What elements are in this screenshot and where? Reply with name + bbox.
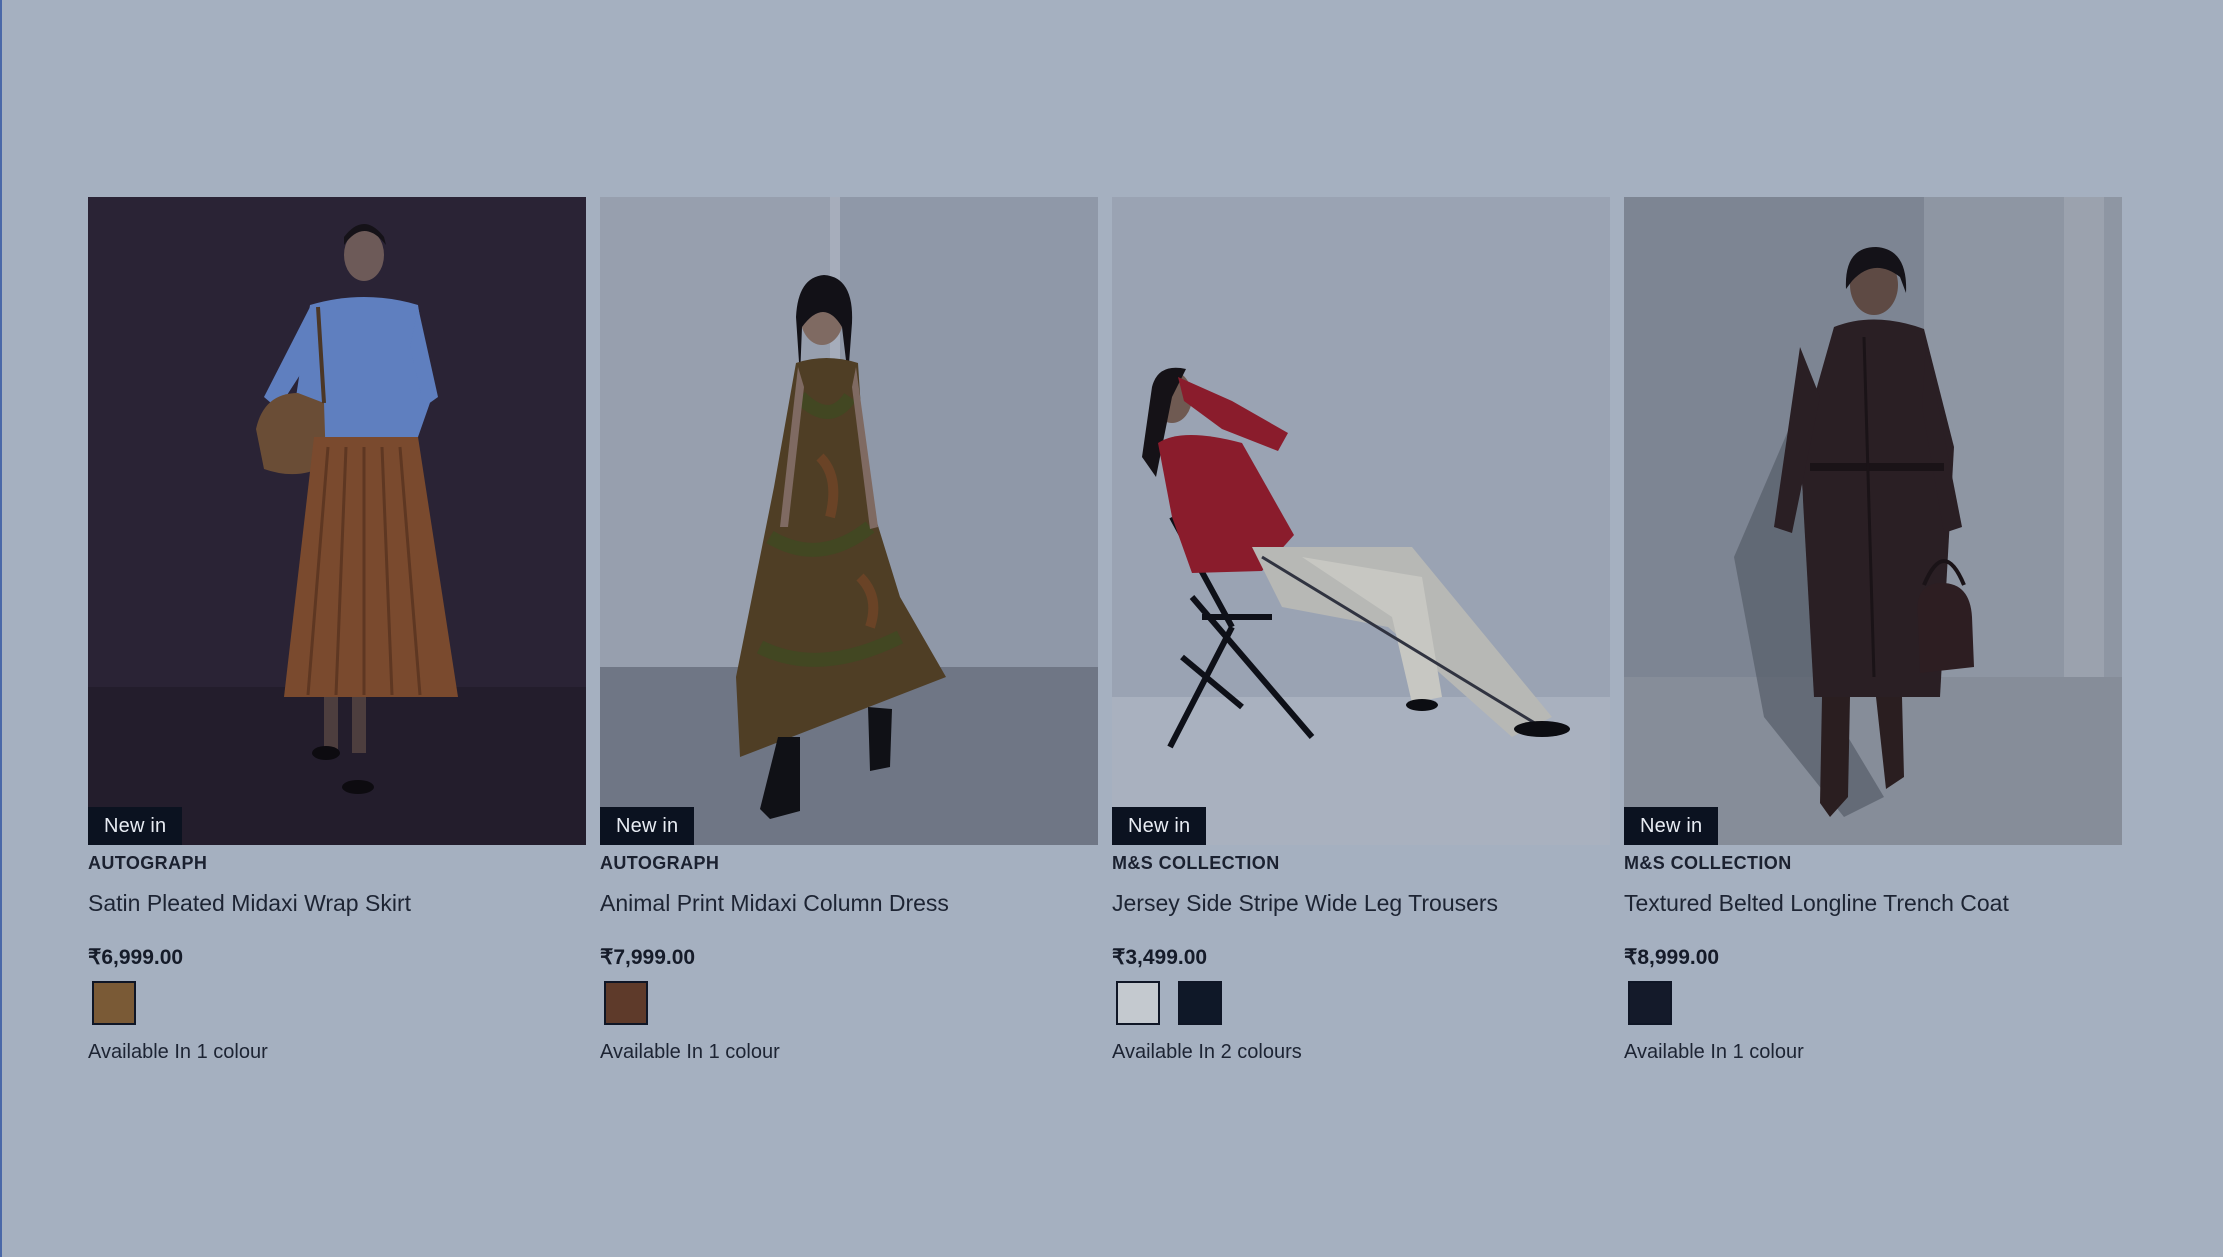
product-photo-trousers: [1112, 197, 1610, 845]
new-in-badge: New in: [1624, 807, 1719, 845]
product-image[interactable]: New in: [1112, 197, 1610, 845]
new-in-badge: New in: [88, 807, 183, 845]
colour-availability: Available In 2 colours: [1112, 1041, 1302, 1063]
product-photo-dress: [600, 197, 1098, 845]
product-image[interactable]: New in: [1624, 197, 2122, 845]
product-card[interactable]: New in M&S COLLECTION Textured Belted Lo…: [1624, 197, 2122, 1065]
product-price: ₹8,999.00: [1624, 946, 1720, 969]
product-name-link[interactable]: Animal Print Midaxi Column Dress: [600, 889, 1098, 917]
colour-swatches: [1112, 981, 1610, 1029]
product-brand: AUTOGRAPH: [88, 853, 208, 873]
product-photo-trench-coat: [1624, 197, 2122, 845]
product-image[interactable]: New in: [88, 197, 586, 845]
colour-swatches: [600, 981, 1098, 1029]
product-brand: M&S COLLECTION: [1624, 853, 1792, 873]
colour-swatch[interactable]: [604, 981, 648, 1025]
product-brand: AUTOGRAPH: [600, 853, 720, 873]
product-card[interactable]: New in AUTOGRAPH Animal Print Midaxi Col…: [600, 197, 1098, 1065]
window-edge: [0, 0, 2, 1257]
product-card[interactable]: New in AUTOGRAPH Satin Pleated Midaxi Wr…: [88, 197, 586, 1065]
new-in-badge: New in: [1112, 807, 1207, 845]
colour-swatches: [88, 981, 586, 1029]
product-name-link[interactable]: Textured Belted Longline Trench Coat: [1624, 889, 2122, 917]
colour-swatch[interactable]: [1178, 981, 1222, 1025]
colour-availability: Available In 1 colour: [1624, 1041, 1804, 1063]
colour-availability: Available In 1 colour: [600, 1041, 780, 1063]
colour-swatch[interactable]: [92, 981, 136, 1025]
colour-swatch[interactable]: [1628, 981, 1672, 1025]
new-in-badge: New in: [600, 807, 695, 845]
product-photo-skirt: [88, 197, 586, 845]
colour-swatches: [1624, 981, 2122, 1029]
product-price: ₹3,499.00: [1112, 946, 1208, 969]
product-card[interactable]: New in M&S COLLECTION Jersey Side Stripe…: [1112, 197, 1610, 1065]
product-grid: New in AUTOGRAPH Satin Pleated Midaxi Wr…: [88, 197, 2122, 1065]
product-name-link[interactable]: Jersey Side Stripe Wide Leg Trousers: [1112, 889, 1610, 917]
product-price: ₹6,999.00: [88, 946, 184, 969]
product-brand: M&S COLLECTION: [1112, 853, 1280, 873]
product-name-link[interactable]: Satin Pleated Midaxi Wrap Skirt: [88, 889, 586, 917]
product-price: ₹7,999.00: [600, 946, 696, 969]
colour-availability: Available In 1 colour: [88, 1041, 268, 1063]
colour-swatch[interactable]: [1116, 981, 1160, 1025]
product-image[interactable]: New in: [600, 197, 1098, 845]
